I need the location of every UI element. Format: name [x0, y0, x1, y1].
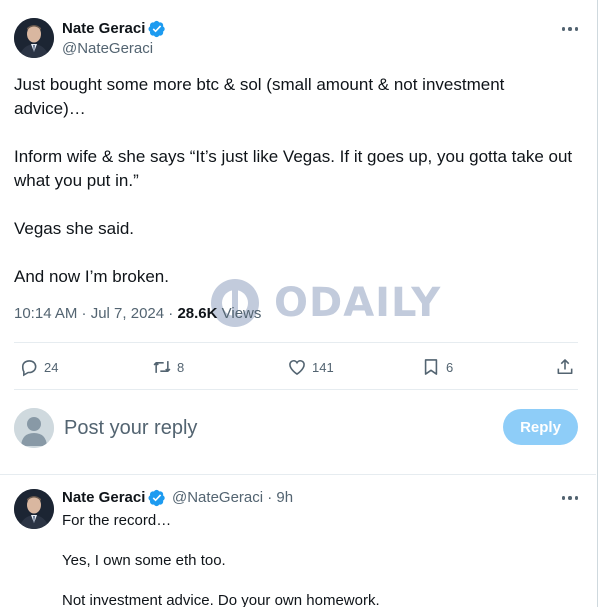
- views-count: 28.6K: [177, 305, 218, 322]
- tweet-paragraph: Inform wife & she says “It’s just like V…: [14, 147, 577, 190]
- verified-badge-icon: [148, 20, 165, 38]
- views-label: Views: [217, 305, 262, 322]
- reply-count: 24: [44, 359, 59, 375]
- tweet-paragraph: Just bought some more btc & sol (small a…: [14, 75, 510, 118]
- tweet-paragraph: And now I’m broken.: [14, 267, 169, 286]
- reply-paragraph: For the record…: [62, 512, 172, 529]
- reply-input[interactable]: Post your reply: [64, 414, 484, 442]
- bookmark-count: 6: [446, 359, 454, 375]
- repost-count: 8: [177, 359, 185, 375]
- reply-tweet-text: For the record… Yes, I own some eth too.…: [62, 511, 582, 607]
- like-icon: [289, 359, 305, 376]
- reply-button[interactable]: Reply: [503, 409, 578, 445]
- verified-badge-icon: [148, 489, 165, 507]
- bookmark-action[interactable]: 6: [421, 356, 453, 378]
- tweet-detail-view: Nate Geraci @NateGeraci Just bought some…: [0, 0, 598, 607]
- reply-author-avatar[interactable]: [14, 489, 54, 529]
- reply-age[interactable]: · 9h: [263, 489, 293, 506]
- reply-paragraph: Not investment advice. Do your own homew…: [62, 592, 380, 607]
- tweet-text: Just bought some more btc & sol (small a…: [14, 73, 574, 313]
- repost-action[interactable]: 8: [152, 356, 184, 378]
- reply-meta: @NateGeraci · 9h: [172, 489, 293, 506]
- reply-paragraph: Yes, I own some eth too.: [62, 552, 226, 569]
- like-count: 141: [312, 359, 334, 375]
- user-avatar: [14, 408, 54, 448]
- tweet-meta: 10:14 AM · Jul 7, 2024 · 28.6K Views: [14, 305, 261, 322]
- divider: [14, 389, 578, 390]
- like-action[interactable]: 141: [287, 356, 334, 378]
- reply-author-name[interactable]: Nate Geraci: [62, 489, 145, 506]
- section-separator: [0, 474, 596, 475]
- author-name[interactable]: Nate Geraci: [62, 20, 145, 37]
- repost-icon: [153, 361, 171, 373]
- bookmark-icon: [424, 359, 438, 375]
- tweet-timestamp[interactable]: 10:14 AM · Jul 7, 2024 ·: [14, 305, 177, 322]
- author-handle[interactable]: @NateGeraci: [62, 40, 153, 57]
- tweet-paragraph: Vegas she said.: [14, 219, 135, 238]
- divider: [14, 342, 578, 343]
- reply-action[interactable]: 24: [19, 356, 58, 378]
- more-icon[interactable]: [558, 19, 582, 39]
- author-avatar[interactable]: [14, 18, 54, 58]
- share-action[interactable]: [555, 356, 575, 378]
- reply-more-icon[interactable]: [558, 488, 582, 508]
- reply-icon: [21, 360, 37, 377]
- share-icon: [557, 359, 573, 375]
- reply-author-handle[interactable]: @NateGeraci: [172, 489, 263, 506]
